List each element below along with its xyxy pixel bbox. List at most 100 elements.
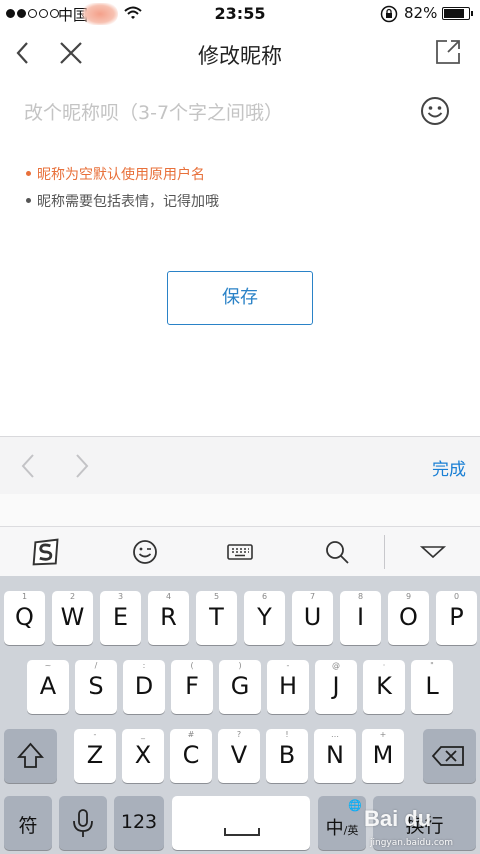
key-label: K [376,672,392,700]
key-label: A [39,672,57,700]
key-secondary-label: _ [141,730,145,739]
key-label: U [303,603,322,631]
sogou-logo-icon[interactable] [31,537,61,567]
key-label: Y [257,603,272,631]
toolbar-divider [384,535,385,569]
key-label: G [230,672,250,700]
key-secondary-label: 9 [405,592,412,601]
key-secondary-label: 3 [117,592,124,601]
key-secondary-label: / [94,661,98,670]
nickname-input-row [0,88,480,138]
emoji-icon[interactable] [130,537,160,567]
key-label: O [399,603,418,631]
key-secondary-label: - [286,661,290,670]
key-label: V [230,741,248,769]
key-x[interactable]: _ X [122,729,164,783]
key-s[interactable]: / S [75,660,117,714]
space-key[interactable] [172,796,310,850]
key-secondary-label: 7 [309,592,316,601]
key-t[interactable]: 5T [196,591,237,645]
keyboard-toolbar [0,526,480,576]
key-w[interactable]: 2W [52,591,93,645]
shift-key[interactable] [4,729,57,783]
hint-emoji-required: 昵称需要包括表情，记得加哦 [26,191,219,211]
key-p[interactable]: 0P [436,591,477,645]
key-m[interactable]: + M [362,729,404,783]
backspace-icon [431,746,464,766]
key-secondary-label: 2 [69,592,76,601]
key-c[interactable]: # C [170,729,212,783]
key-label: S [88,672,104,700]
key-e[interactable]: 3E [100,591,141,645]
key-secondary-label: ? [236,730,242,739]
key-a[interactable]: ~ A [27,660,69,714]
key-secondary-label: ~ [44,661,52,670]
key-o[interactable]: 9O [388,591,429,645]
key-d[interactable]: :D [123,660,165,714]
nickname-input[interactable] [24,94,404,132]
keyboard-icon[interactable] [225,537,255,567]
key-secondary-label: 8 [357,592,364,601]
ime-candidate-area [0,494,480,526]
keyboard-accessory-bar: 完成 [0,436,480,494]
key-z[interactable]: -Z [74,729,116,783]
key-label: R [160,603,177,631]
key-secondary-label: 0 [453,592,460,601]
page-title: 修改昵称 [198,44,282,68]
key-secondary-label: 4 [165,592,172,601]
key-i[interactable]: 8I [340,591,381,645]
key-secondary-label: - [93,730,97,739]
key-label: I [356,603,365,631]
collapse-keyboard-icon[interactable] [418,537,448,567]
backspace-key[interactable] [423,729,476,783]
key-label: F [185,672,199,700]
status-bar: 中国 23:55 82% [0,0,480,28]
symbols-key[interactable]: 符 [4,796,52,850]
watermark-url: jingyan.baidu.com [370,838,454,848]
key-secondary-label: ( [190,661,194,670]
search-icon[interactable] [322,537,352,567]
save-button[interactable]: 保存 [167,271,313,325]
key-secondary-label: 6 [261,592,268,601]
key-label: T [209,603,224,631]
key-k[interactable]: · K [363,660,405,714]
battery-percent: 82% [404,4,438,22]
numbers-key[interactable]: 123 [114,796,164,850]
key-label: E [112,603,129,631]
emoji-icon[interactable] [420,96,450,126]
key-g[interactable]: ) G [219,660,261,714]
key-r[interactable]: 4R [148,591,189,645]
shift-icon [17,742,44,768]
key-v[interactable]: ? V [218,729,260,783]
key-secondary-label: " [430,661,434,670]
key-f[interactable]: (F [171,660,213,714]
previous-field-icon[interactable] [18,453,38,479]
watermark-logo: Bai du [364,806,432,831]
key-label: Z [86,741,104,769]
key-label: J [332,672,340,700]
key-secondary-label: · [382,661,386,670]
key-u[interactable]: 7U [292,591,333,645]
key-n[interactable]: … N [314,729,356,783]
next-field-icon[interactable] [72,453,92,479]
key-q[interactable]: 1Q [4,591,45,645]
bullet-icon [26,170,31,176]
done-button[interactable]: 完成 [432,455,466,480]
key-secondary-label: 5 [213,592,220,601]
key-label: D [134,672,154,700]
key-b[interactable]: ! B [266,729,308,783]
key-j[interactable]: @ J [315,660,357,714]
key-secondary-label: # [187,730,195,739]
key-h[interactable]: -H [267,660,309,714]
microphone-key[interactable] [59,796,107,850]
key-label: W [60,603,85,631]
key-y[interactable]: 6Y [244,591,285,645]
key-label: N [326,741,344,769]
share-icon[interactable] [434,38,462,66]
bullet-icon [26,197,31,203]
key-label: P [449,603,464,631]
key-label: X [134,741,152,769]
microphone-icon [73,809,93,837]
key-l[interactable]: " L [411,660,453,714]
space-icon [224,828,260,836]
